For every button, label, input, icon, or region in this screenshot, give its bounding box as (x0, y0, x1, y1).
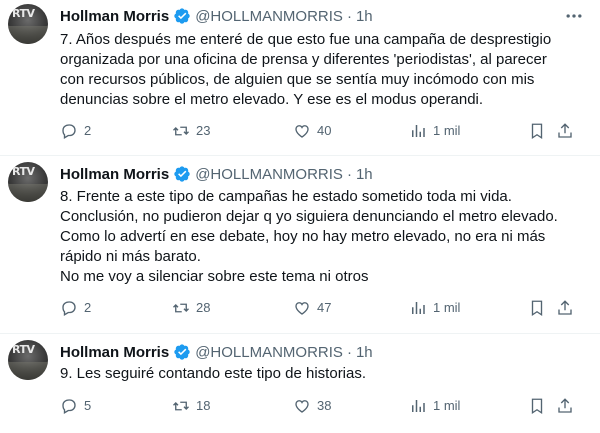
bookmark-button[interactable] (528, 121, 552, 141)
heart-icon (295, 302, 309, 315)
author-name[interactable]: Hollman Morris (60, 344, 169, 361)
author-handle[interactable]: @HOLLMANMORRIS (195, 166, 343, 183)
verified-badge-icon (174, 8, 190, 24)
separator-dot: · (346, 165, 352, 183)
tweet-actions: 2 23 40 1 mil (60, 121, 580, 141)
retweet-button[interactable]: 18 (172, 396, 210, 416)
views-button[interactable]: 1 mil (409, 121, 460, 141)
retweet-icon (173, 401, 189, 411)
reply-button[interactable]: 2 (60, 298, 91, 318)
timestamp[interactable]: 1h (356, 344, 373, 361)
tweet-header: Hollman Morris @HOLLMANMORRIS · 1h (60, 342, 373, 362)
bookmark-icon (531, 300, 543, 317)
author-name[interactable]: Hollman Morris (60, 166, 169, 183)
views-count: 1 mil (433, 123, 461, 138)
timestamp[interactable]: 1h (356, 8, 373, 25)
avatar-logo-text: RTV (12, 343, 35, 356)
views-chart-icon (412, 302, 425, 314)
retweet-button[interactable]: 28 (172, 298, 210, 318)
bookmark-button[interactable] (528, 298, 552, 318)
reply-icon (62, 301, 76, 316)
reply-button[interactable]: 5 (60, 396, 91, 416)
tweet-divider (0, 333, 600, 334)
avatar-logo-text: RTV (12, 7, 35, 20)
verified-badge-icon (174, 344, 190, 360)
bookmark-icon (531, 123, 543, 140)
avatar-logo-text: RTV (12, 165, 35, 178)
retweet-icon (173, 303, 189, 313)
share-icon (558, 300, 572, 315)
author-name[interactable]: Hollman Morris (60, 8, 169, 25)
views-chart-icon (412, 125, 425, 137)
share-icon (558, 123, 572, 138)
author-handle[interactable]: @HOLLMANMORRIS (195, 344, 343, 361)
reply-count: 2 (84, 300, 92, 315)
views-count: 1 mil (433, 300, 461, 315)
reply-button[interactable]: 2 (60, 121, 91, 141)
tweet-text: 8. Frente a este tipo de campañas he est… (60, 188, 558, 285)
tweet-2[interactable]: RTV Hollman Morris @HOLLMANMORRIS · 1h 8… (0, 158, 600, 328)
like-button[interactable]: 40 (293, 121, 331, 141)
share-button[interactable] (556, 396, 580, 416)
heart-icon (295, 125, 309, 138)
avatar[interactable]: RTV (8, 162, 48, 202)
views-button[interactable]: 1 mil (409, 298, 460, 318)
tweet-actions: 2 28 47 1 mil (60, 298, 580, 318)
avatar[interactable]: RTV (8, 340, 48, 380)
reply-count: 5 (84, 398, 92, 413)
tweet-header: Hollman Morris @HOLLMANMORRIS · 1h (60, 164, 373, 184)
avatar-shade (8, 362, 48, 380)
like-count: 38 (317, 398, 332, 413)
tweet-actions: 5 18 38 1 mil (60, 396, 580, 416)
retweet-count: 23 (196, 123, 211, 138)
share-button[interactable] (556, 298, 580, 318)
author-handle[interactable]: @HOLLMANMORRIS (195, 8, 343, 25)
separator-dot: · (346, 7, 352, 25)
tweet-divider (0, 155, 600, 156)
tweet-text: 7. Años después me enteré de que esto fu… (60, 31, 552, 108)
retweet-count: 28 (196, 300, 211, 315)
views-count: 1 mil (433, 398, 461, 413)
retweet-button[interactable]: 23 (172, 121, 210, 141)
separator-dot: · (346, 343, 352, 361)
bookmark-icon (531, 398, 543, 415)
tweet-1[interactable]: RTV Hollman Morris @HOLLMANMORRIS · 1h 7… (0, 0, 600, 150)
views-button[interactable]: 1 mil (409, 396, 460, 416)
reply-count: 2 (84, 123, 92, 138)
retweet-icon (173, 126, 189, 136)
like-button[interactable]: 47 (293, 298, 331, 318)
share-button[interactable] (556, 121, 580, 141)
like-count: 40 (317, 123, 332, 138)
avatar-shade (8, 26, 48, 44)
verified-badge-icon (174, 166, 190, 182)
tweet-header: Hollman Morris @HOLLMANMORRIS · 1h (60, 6, 373, 26)
like-count: 47 (317, 300, 332, 315)
reply-icon (62, 124, 76, 139)
reply-icon (62, 399, 76, 414)
more-options-icon[interactable] (564, 6, 584, 26)
like-button[interactable]: 38 (293, 396, 331, 416)
heart-icon (295, 400, 309, 413)
views-chart-icon (412, 400, 425, 412)
tweet-3[interactable]: RTV Hollman Morris @HOLLMANMORRIS · 1h 9… (0, 336, 600, 433)
tweet-text: 9. Les seguiré contando este tipo de his… (60, 365, 367, 382)
avatar-shade (8, 184, 48, 202)
timestamp[interactable]: 1h (356, 166, 373, 183)
avatar[interactable]: RTV (8, 4, 48, 44)
share-icon (558, 398, 572, 413)
bookmark-button[interactable] (528, 396, 552, 416)
retweet-count: 18 (196, 398, 211, 413)
